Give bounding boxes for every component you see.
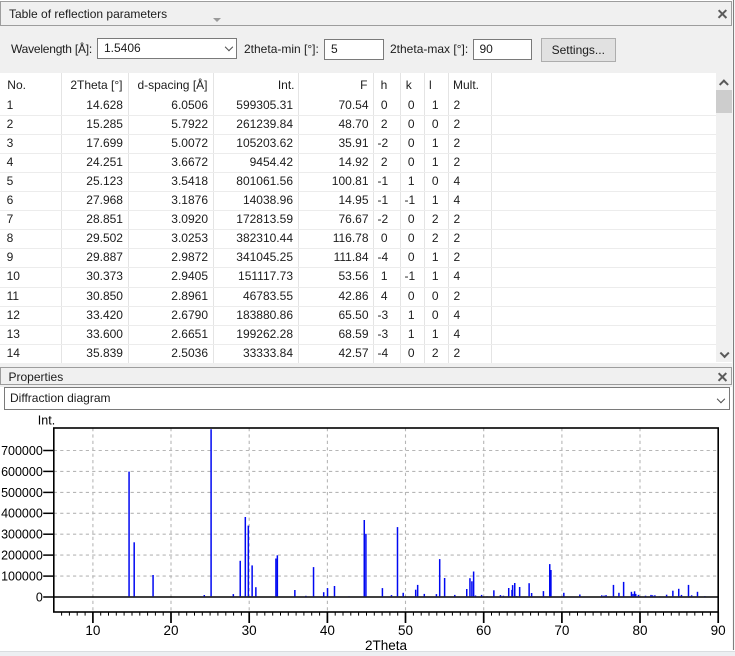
svg-text:60: 60 [476,623,491,638]
svg-text:Int.: Int. [38,414,55,428]
svg-text:600000: 600000 [1,465,43,479]
svg-text:40: 40 [320,623,335,638]
svg-text:400000: 400000 [1,507,43,521]
svg-text:50: 50 [398,623,413,638]
svg-text:20: 20 [163,623,178,638]
svg-text:80: 80 [632,623,647,638]
svg-text:10: 10 [85,623,100,638]
svg-text:70: 70 [554,623,569,638]
svg-text:200000: 200000 [1,549,43,563]
svg-text:700000: 700000 [1,444,43,458]
svg-text:0: 0 [36,590,43,604]
svg-text:30: 30 [242,623,257,638]
svg-text:90: 90 [711,623,726,638]
svg-text:100000: 100000 [1,570,43,584]
svg-text:300000: 300000 [1,528,43,542]
svg-text:500000: 500000 [1,486,43,500]
